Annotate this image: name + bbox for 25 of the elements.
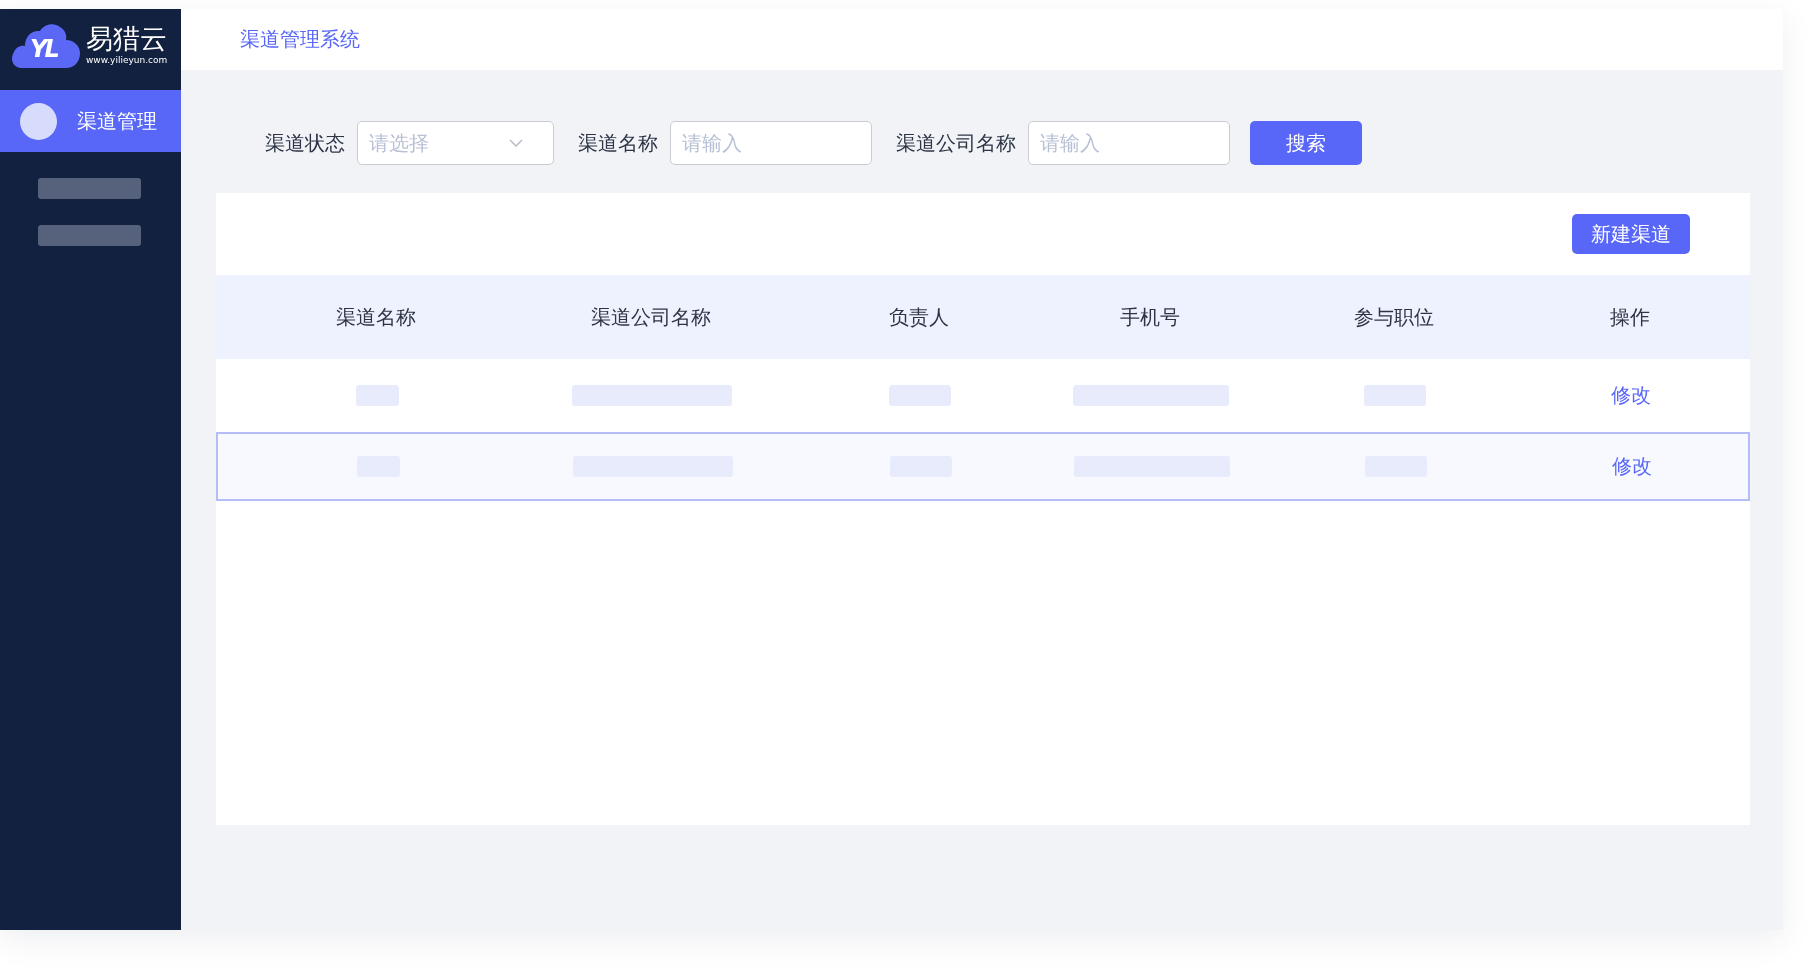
logo-name: 易猎云 bbox=[86, 24, 167, 54]
column-header: 负责人 bbox=[888, 303, 950, 331]
filter-label: 渠道公司名称 bbox=[896, 129, 1016, 157]
edit-link[interactable]: 修改 bbox=[1611, 382, 1651, 409]
sidebar-item[interactable]: 渠道管理 bbox=[0, 90, 181, 152]
filter-label: 渠道状态 bbox=[265, 129, 345, 157]
table-row[interactable]: 修改 bbox=[216, 359, 1750, 432]
filter-label: 渠道名称 bbox=[578, 129, 658, 157]
column-header: 手机号 bbox=[1119, 303, 1181, 331]
cloud-logo-icon bbox=[10, 22, 82, 68]
chevron-down-icon bbox=[509, 139, 523, 147]
logo-mark: YL bbox=[30, 34, 57, 64]
new-channel-button[interactable]: 新建渠道 bbox=[1572, 214, 1690, 254]
page-title: 渠道管理系统 bbox=[240, 26, 360, 53]
table-row[interactable]: 修改 bbox=[216, 432, 1750, 501]
edit-link[interactable]: 修改 bbox=[1612, 453, 1652, 480]
column-header: 操作 bbox=[1609, 303, 1651, 331]
input-field[interactable]: 请输入 bbox=[1028, 121, 1230, 165]
input-field[interactable]: 请输入 bbox=[670, 121, 872, 165]
avatar-circle-icon bbox=[20, 102, 57, 140]
logo-url: www.yilieyun.com bbox=[86, 54, 168, 66]
column-header: 参与职位 bbox=[1353, 303, 1435, 331]
search-button[interactable]: 搜索 bbox=[1250, 121, 1362, 165]
column-header: 渠道名称 bbox=[335, 303, 417, 331]
column-header: 渠道公司名称 bbox=[590, 303, 712, 331]
